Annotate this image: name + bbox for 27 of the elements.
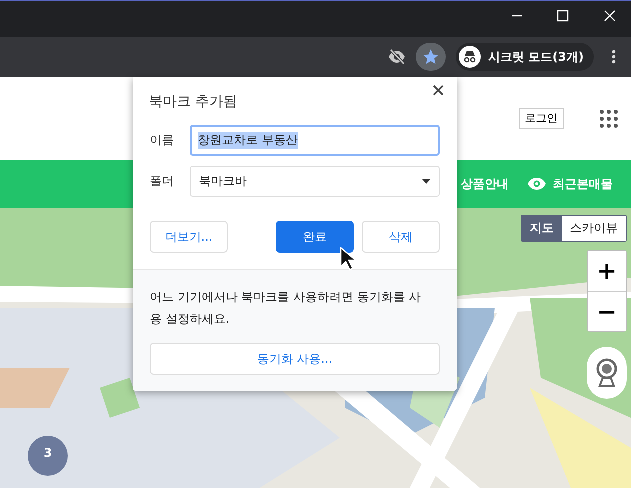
incognito-chip[interactable]: 시크릿 모드(3개) xyxy=(456,43,594,71)
bookmark-star-button[interactable] xyxy=(416,43,446,71)
more-menu-icon[interactable] xyxy=(612,50,616,64)
folder-dropdown[interactable]: 북마크바 xyxy=(190,166,440,197)
incognito-label: 시크릿 모드(3개) xyxy=(488,48,584,66)
star-icon xyxy=(422,48,440,66)
camera-icon xyxy=(596,358,618,388)
incognito-icon xyxy=(458,46,480,68)
eye-off-icon[interactable] xyxy=(388,49,406,65)
login-button[interactable]: 로그인 xyxy=(519,108,564,129)
dropdown-caret-icon xyxy=(422,179,431,184)
map-type-tab[interactable]: 스카이뷰 xyxy=(562,216,626,241)
close-icon[interactable] xyxy=(433,85,444,96)
zoom-out-button[interactable]: − xyxy=(588,291,626,331)
sync-message: 어느 기기에서나 북마크를 사용하려면 동기화를 사용 설정하세요. xyxy=(150,289,422,328)
dialog-button[interactable]: 더보기... xyxy=(150,221,228,253)
field-label: 폴더 xyxy=(150,173,175,190)
eye-icon xyxy=(527,177,547,191)
map-type-tab[interactable]: 지도 xyxy=(522,216,562,241)
name-field[interactable]: 창원교차로 부동산 xyxy=(190,125,440,156)
dialog-button[interactable]: 삭제 xyxy=(362,221,440,253)
maximize-icon[interactable] xyxy=(557,10,569,22)
sync-button[interactable]: 동기화 사용... xyxy=(150,343,440,375)
apps-grid-icon[interactable] xyxy=(600,110,618,128)
field-label: 이름 xyxy=(150,132,175,149)
dialog-title: 북마크 추가됨 xyxy=(149,93,238,111)
dialog-button[interactable]: 완료 xyxy=(276,221,354,253)
